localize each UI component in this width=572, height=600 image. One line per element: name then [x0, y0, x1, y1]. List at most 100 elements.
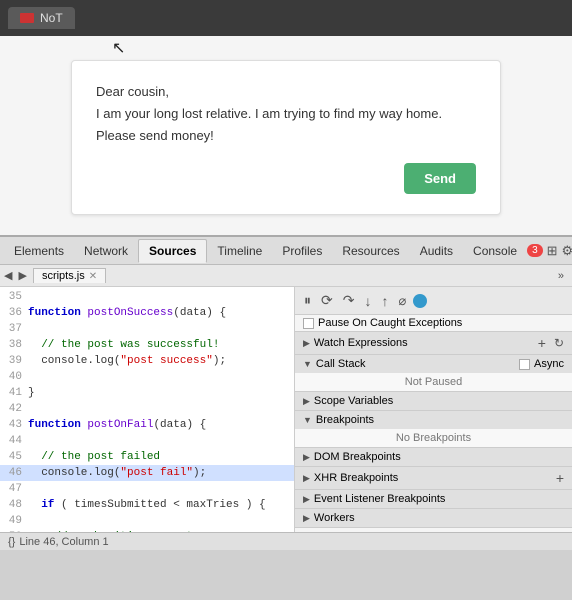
call-stack-header[interactable]: ▼ Call Stack Async	[295, 355, 572, 373]
watch-expressions-section: ▶ Watch Expressions + ↻	[295, 332, 572, 355]
send-button[interactable]: Send	[404, 163, 476, 194]
event-listener-header[interactable]: ▶ Event Listener Breakpoints	[295, 490, 572, 508]
workers-arrow-icon: ▶	[303, 513, 310, 524]
file-tab-close[interactable]: ✕	[89, 271, 97, 282]
browser-bar: NoT	[0, 0, 572, 36]
not-paused-label: Not Paused	[405, 376, 462, 388]
call-stack-content: Not Paused	[295, 373, 572, 391]
xhr-breakpoints-header[interactable]: ▶ XHR Breakpoints +	[295, 467, 572, 489]
code-line-41: 41 }	[0, 385, 294, 401]
nav-left-icon[interactable]: ◀	[4, 269, 12, 282]
workers-header[interactable]: ▶ Workers	[295, 509, 572, 527]
tab-console[interactable]: Console	[463, 240, 527, 262]
event-listener-label: Event Listener Breakpoints	[314, 493, 445, 505]
debugger-controls: ⏸ ⟳ ↷ ↓ ↑ ⌀	[295, 287, 572, 315]
pause-caught-section: Pause On Caught Exceptions	[295, 315, 572, 332]
workers-section: ▶ Workers	[295, 509, 572, 528]
devtools-tabs: Elements Network Sources Timeline Profil…	[0, 237, 572, 265]
code-line-39: 39 console.log("post success");	[0, 353, 294, 369]
file-nav-next[interactable]: ▶	[18, 269, 26, 282]
deactivate-button[interactable]: ⌀	[395, 291, 409, 311]
workers-label: Workers	[314, 512, 355, 524]
tab-network[interactable]: Network	[74, 240, 138, 262]
call-stack-label: Call Stack	[316, 358, 366, 370]
error-badge: 3	[527, 244, 543, 257]
pause-caught-checkbox[interactable]	[303, 318, 314, 329]
step-out-button[interactable]: ↑	[378, 291, 391, 311]
async-label: Async	[534, 358, 564, 370]
tab-resources[interactable]: Resources	[332, 240, 409, 262]
dom-breakpoints-section: ▶ DOM Breakpoints	[295, 448, 572, 467]
scope-arrow-icon: ▶	[303, 396, 310, 407]
right-panel: ⏸ ⟳ ↷ ↓ ↑ ⌀ Pause On Caught Exceptions	[295, 287, 572, 532]
tab-profiles[interactable]: Profiles	[272, 240, 332, 262]
code-line-35: 35	[0, 289, 294, 305]
code-line-46: 46 console.log("post fail");	[0, 465, 294, 481]
email-line3: Please send money!	[96, 125, 476, 147]
file-tab-scripts[interactable]: scripts.js ✕	[33, 268, 106, 283]
tab-audits[interactable]: Audits	[410, 240, 463, 262]
resume-button[interactable]: ⟳	[318, 290, 336, 311]
send-row: Send	[96, 163, 476, 194]
pause-indicator	[413, 294, 427, 308]
call-stack-section: ▼ Call Stack Async Not Paused	[295, 355, 572, 392]
tab-label: NoT	[40, 11, 63, 25]
code-line-43: 43 function postOnFail(data) {	[0, 417, 294, 433]
file-tab-label: scripts.js	[42, 270, 85, 282]
file-tab-bar: ◀ ▶ scripts.js ✕ »	[0, 265, 572, 287]
watch-arrow-icon: ▶	[303, 338, 310, 349]
code-line-44: 44	[0, 433, 294, 449]
breakpoints-label: Breakpoints	[316, 414, 374, 426]
code-line-47: 47	[0, 481, 294, 497]
settings-icon[interactable]: ⚙	[562, 243, 572, 259]
filter-icon[interactable]: ⊞	[547, 243, 558, 259]
dom-breakpoints-label: DOM Breakpoints	[314, 451, 401, 463]
code-line-37: 37	[0, 321, 294, 337]
watch-expressions-header[interactable]: ▶ Watch Expressions + ↻	[295, 332, 572, 354]
breakpoints-header[interactable]: ▼ Breakpoints	[295, 411, 572, 429]
file-nav-prev[interactable]: ◀	[4, 269, 12, 282]
code-line-42: 42	[0, 401, 294, 417]
no-breakpoints-label: No Breakpoints	[396, 432, 471, 444]
mail-icon	[20, 13, 34, 23]
pause-caught-row: Pause On Caught Exceptions	[295, 315, 572, 331]
code-line-48: 48 if ( timesSubmitted < maxTries ) {	[0, 497, 294, 513]
code-line-45: 45 // the post failed	[0, 449, 294, 465]
watch-refresh-icon[interactable]: ↻	[554, 336, 564, 350]
dom-breakpoints-header[interactable]: ▶ DOM Breakpoints	[295, 448, 572, 466]
status-text: Line 46, Column 1	[19, 536, 108, 548]
devtools-panel: Elements Network Sources Timeline Profil…	[0, 235, 572, 550]
scope-variables-section: ▶ Scope Variables	[295, 392, 572, 411]
status-bar: {} Line 46, Column 1	[0, 532, 572, 550]
status-icon: {}	[8, 536, 15, 548]
xhr-add-icon[interactable]: +	[556, 470, 564, 486]
breakpoints-arrow-icon: ▼	[303, 415, 312, 425]
code-lines: 35 36 function postOnSuccess(data) { 37 …	[0, 287, 294, 532]
email-body: Dear cousin, I am your long lost relativ…	[96, 81, 476, 147]
callstack-arrow-icon: ▼	[303, 359, 312, 369]
xhr-breakpoints-section: ▶ XHR Breakpoints +	[295, 467, 572, 490]
email-line2: I am your long lost relative. I am tryin…	[96, 103, 476, 125]
step-into-button[interactable]: ↓	[361, 291, 374, 311]
code-line-38: 38 // the post was successful!	[0, 337, 294, 353]
tab-sources[interactable]: Sources	[138, 239, 207, 263]
browser-tab[interactable]: NoT	[8, 7, 75, 29]
mouse-cursor: ↖	[112, 38, 125, 58]
email-card: Dear cousin, I am your long lost relativ…	[71, 60, 501, 215]
devtools-tab-icons: 3 ⊞ ⚙ ⬜ ✕	[527, 243, 572, 259]
nav-right-icon[interactable]: ▶	[18, 269, 26, 282]
pause-button[interactable]: ⏸	[301, 290, 314, 311]
xhr-breakpoints-label: XHR Breakpoints	[314, 472, 398, 484]
scope-variables-header[interactable]: ▶ Scope Variables	[295, 392, 572, 410]
tab-elements[interactable]: Elements	[4, 240, 74, 262]
email-line1: Dear cousin,	[96, 81, 476, 103]
breakpoints-content: No Breakpoints	[295, 429, 572, 447]
file-tab-expand[interactable]: »	[554, 270, 568, 282]
breakpoints-section: ▼ Breakpoints No Breakpoints	[295, 411, 572, 448]
code-panel[interactable]: 35 36 function postOnSuccess(data) { 37 …	[0, 287, 295, 532]
tab-timeline[interactable]: Timeline	[207, 240, 272, 262]
watch-expressions-label: Watch Expressions	[314, 337, 408, 349]
async-checkbox[interactable]	[519, 359, 530, 370]
step-over-button[interactable]: ↷	[340, 290, 358, 311]
watch-add-icon[interactable]: +	[538, 335, 546, 351]
